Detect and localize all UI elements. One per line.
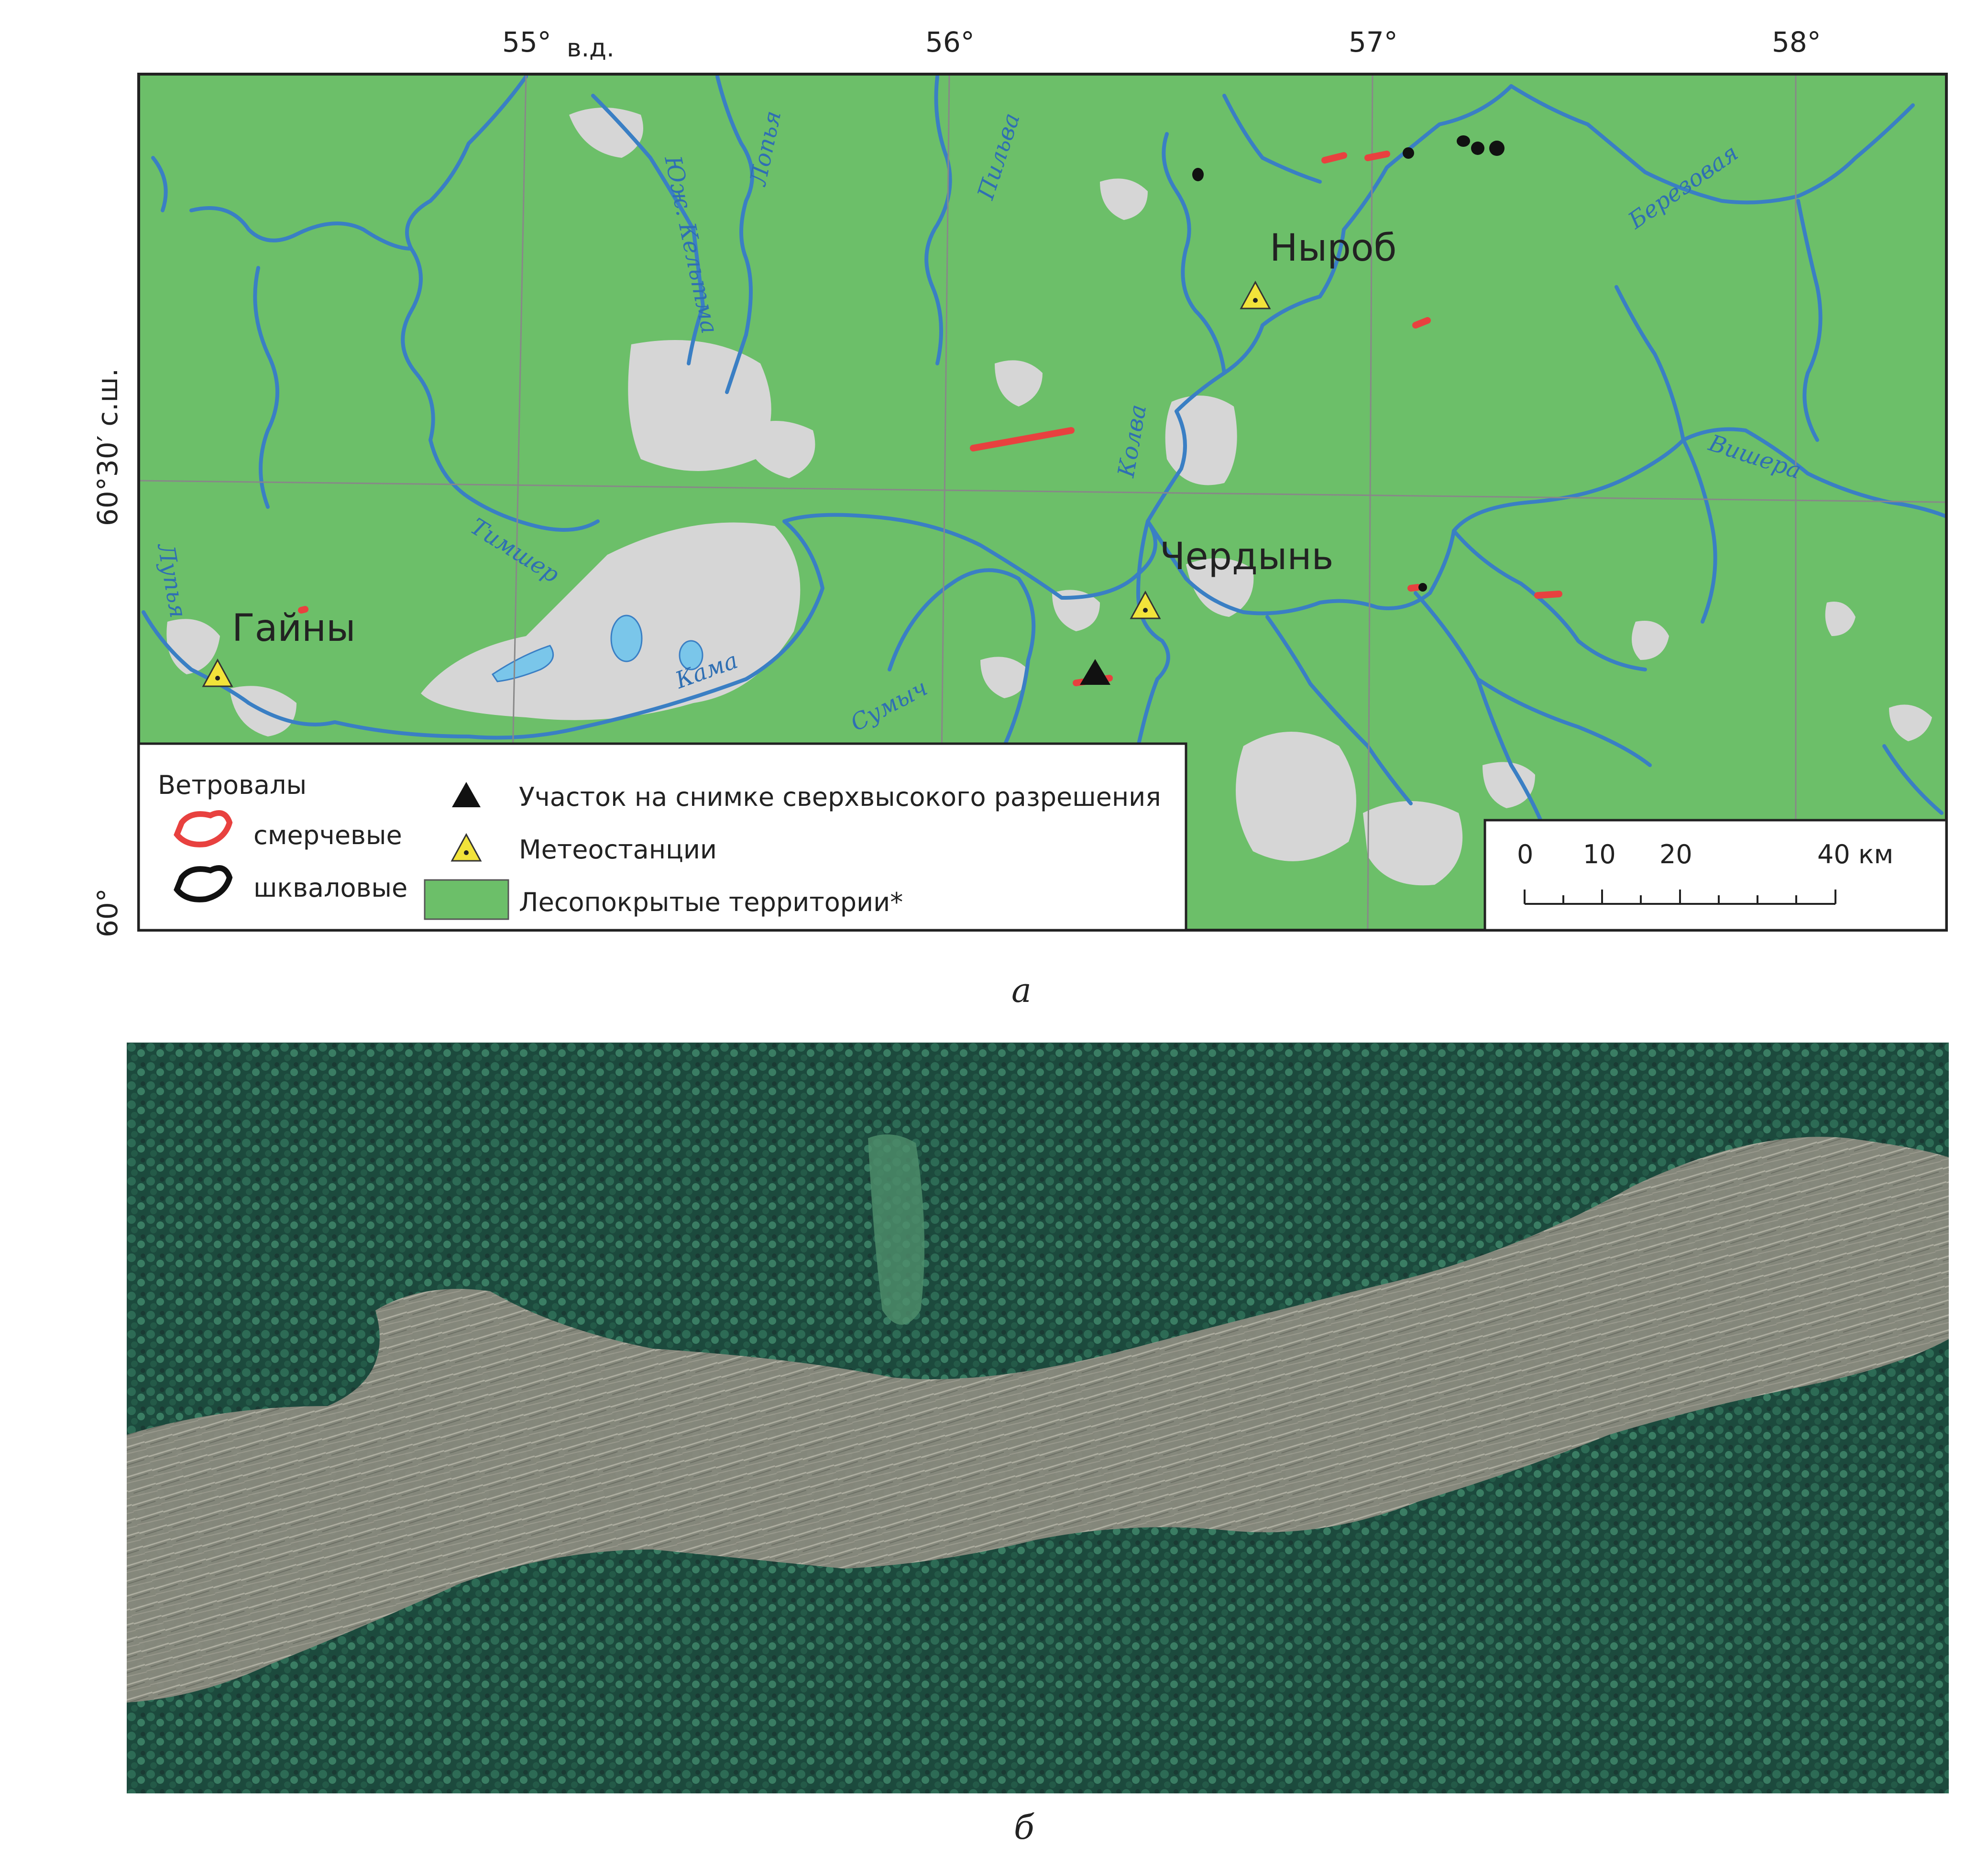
legend-squall-label: шкваловые: [253, 873, 407, 903]
legend-forest-symbol: [424, 879, 509, 920]
town-gainy: Гайны: [232, 607, 356, 650]
scale-tick-0: 0: [1517, 839, 1533, 869]
legend-station-label: Метеостанции: [519, 835, 717, 865]
map-panel: Гайны Ныроб Чердынь Лопья Юж. Кельтма Пи…: [91, 26, 1948, 937]
town-nyrob: Ныроб: [1270, 227, 1397, 270]
lon-label-55: 55°: [502, 26, 551, 58]
scale-tick-10: 10: [1583, 839, 1616, 869]
lon-label-58: 58°: [1772, 26, 1821, 58]
scale-tick-20: 20: [1659, 839, 1692, 869]
panel-label-b: б: [1014, 1808, 1034, 1847]
satellite-photo: [127, 1043, 1949, 1793]
lon-label-56: 56°: [925, 26, 975, 58]
panel-label-a: а: [1011, 971, 1032, 1010]
legend-forest-label: Лесопокрытые территории*: [519, 887, 903, 917]
scalebar: 0 10 20 40 км: [1483, 819, 1948, 932]
town-cherdyn: Чердынь: [1160, 535, 1333, 578]
lon-label-57: 57°: [1349, 26, 1398, 58]
legend-site-label: Участок на снимке сверхвысокого разрешен…: [519, 782, 1161, 812]
lon-unit: в.д.: [567, 34, 615, 63]
lat-label-6030: 60°30′ с.ш.: [91, 368, 124, 526]
legend-title: Ветровалы: [158, 770, 307, 800]
lat-label-60: 60°: [91, 888, 124, 937]
legend-tornado-label: смерчевые: [253, 820, 402, 850]
legend: Ветровалы смерчевые шкваловые Участок на…: [137, 742, 1187, 932]
scale-tick-40: 40 км: [1817, 839, 1893, 869]
